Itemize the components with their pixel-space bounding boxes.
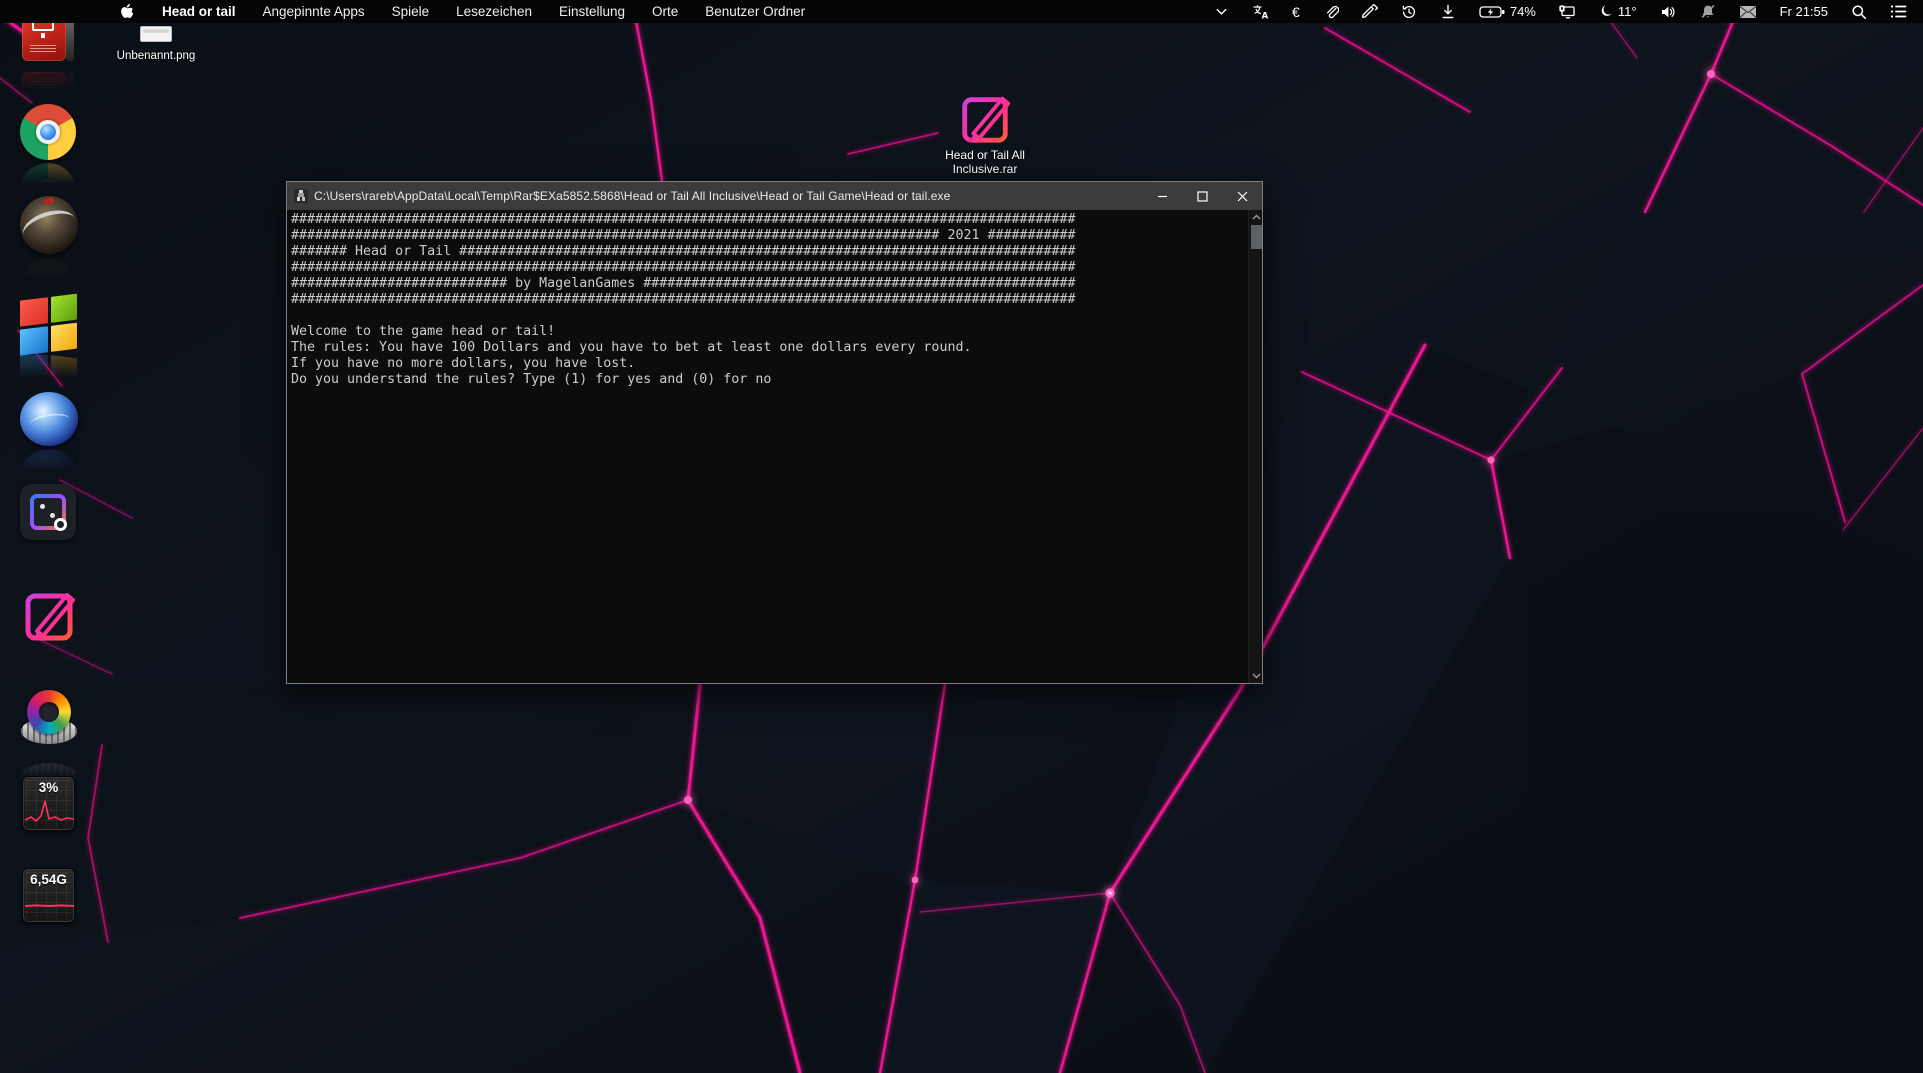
dock-item-dark-browser[interactable]: [20, 196, 78, 254]
close-button[interactable]: [1222, 182, 1262, 210]
dock-item-windows[interactable]: [20, 293, 80, 356]
dock-item-blue-sphere[interactable]: [20, 392, 78, 446]
cpu-monitor-widget[interactable]: 3%: [22, 776, 75, 831]
pink-pencil-icon: [25, 593, 75, 641]
archive-label-line1: Head or Tail All: [945, 148, 1025, 162]
scrollbar-up-arrow-icon[interactable]: [1249, 210, 1263, 224]
screenshot-tool-icon: [20, 484, 76, 540]
currency-euro-icon[interactable]: €: [1292, 4, 1300, 20]
active-app-name[interactable]: Head or tail: [162, 4, 236, 19]
unbenannt-thumbnail[interactable]: [140, 26, 172, 42]
desktop-icon-head-or-tail-rar[interactable]: Head or Tail All Inclusive.rar: [926, 90, 1044, 176]
memory-graph: [24, 904, 74, 908]
menu-item-spiele[interactable]: Spiele: [392, 4, 430, 19]
console-app-icon: [294, 189, 308, 203]
weather-moon-icon[interactable]: 11°: [1599, 4, 1637, 19]
battery-percent: 74%: [1509, 4, 1536, 19]
menu-item-lesezeichen[interactable]: Lesezeichen: [456, 4, 532, 19]
battery-icon[interactable]: 74%: [1479, 4, 1536, 19]
console-title-text: C:\Users\rareb\AppData\Local\Temp\Rar$EX…: [314, 189, 951, 203]
dock-item-chrome[interactable]: [20, 104, 76, 160]
minimize-button[interactable]: [1142, 182, 1182, 210]
memory-monitor-widget[interactable]: 6,54G: [22, 868, 75, 923]
speaker-icon[interactable]: [1660, 4, 1677, 20]
archive-label-line2: Inclusive.rar: [952, 162, 1018, 176]
search-icon[interactable]: [1851, 4, 1867, 20]
download-icon[interactable]: [1440, 4, 1456, 20]
blue-sphere-icon: [20, 392, 78, 446]
chevron-down-icon[interactable]: [1214, 4, 1229, 19]
memory-value-label: 6,54G: [30, 872, 67, 887]
menu-item-angepinnte-apps[interactable]: Angepinnte Apps: [263, 4, 365, 19]
translate-icon[interactable]: A: [1252, 4, 1269, 20]
scrollbar-down-arrow-icon[interactable]: [1249, 669, 1263, 683]
console-scrollbar[interactable]: [1248, 210, 1262, 683]
desktop-screen: Head or tail Angepinnte Apps Spiele Lese…: [0, 0, 1923, 1073]
console-body[interactable]: ########################################…: [287, 210, 1262, 683]
mail-icon[interactable]: [1739, 5, 1757, 19]
display-icon[interactable]: [1559, 4, 1576, 20]
console-output-text: ########################################…: [291, 212, 1076, 387]
dock-item-screenshot-tool[interactable]: [20, 484, 76, 540]
menu-list-icon[interactable]: [1890, 4, 1907, 19]
menu-item-einstellung[interactable]: Einstellung: [559, 4, 625, 19]
chrome-browser-icon: [20, 104, 76, 160]
menu-bar: Head or tail Angepinnte Apps Spiele Lese…: [0, 0, 1923, 23]
unbenannt-file-label[interactable]: Unbenannt.png: [96, 50, 216, 62]
notifications-muted-bell-icon[interactable]: [1700, 4, 1716, 20]
maximize-button[interactable]: [1182, 182, 1222, 210]
menu-item-benutzer-ordner[interactable]: Benutzer Ordner: [705, 4, 805, 19]
pencil-icon[interactable]: [1361, 3, 1378, 20]
temperature-value: 11°: [1617, 4, 1637, 19]
windows-logo-icon: [20, 290, 80, 356]
cpu-graph: [24, 800, 74, 823]
color-wheel-gear-icon: [20, 690, 78, 752]
paperclip-icon[interactable]: [1323, 4, 1339, 20]
svg-text:A: A: [1262, 11, 1269, 20]
history-icon[interactable]: [1401, 4, 1417, 20]
apple-menu-icon[interactable]: [120, 3, 135, 21]
console-title-bar[interactable]: C:\Users\rareb\AppData\Local\Temp\Rar$EX…: [287, 182, 1262, 210]
scrollbar-thumb[interactable]: [1250, 225, 1262, 249]
dock-item-color-wheel[interactable]: [20, 690, 78, 752]
dock-item-pink-editor[interactable]: [20, 586, 78, 644]
clock-text[interactable]: Fr 21:55: [1780, 4, 1828, 19]
dark-globe-icon: [20, 196, 78, 254]
console-window[interactable]: C:\Users\rareb\AppData\Local\Temp\Rar$EX…: [286, 181, 1263, 684]
menu-item-orte[interactable]: Orte: [652, 4, 678, 19]
archive-pink-pencil-icon: [962, 96, 1011, 143]
cpu-percent-label: 3%: [38, 780, 59, 795]
